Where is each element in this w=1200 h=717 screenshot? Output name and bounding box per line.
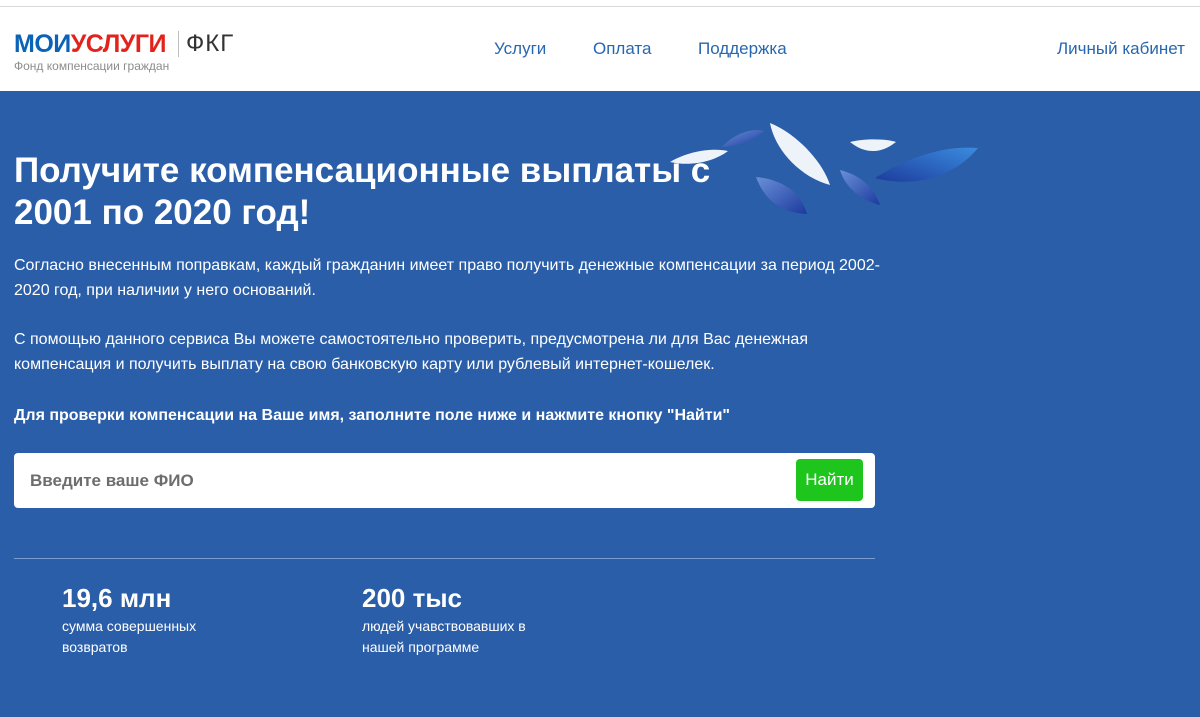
hero-paragraph-1: Согласно внесенным поправкам, каждый гра… bbox=[14, 257, 880, 299]
top-border bbox=[0, 0, 1200, 7]
stat-value: 19,6 млн bbox=[62, 583, 172, 613]
stat-block: 19,6 млн сумма совершенных возвратов bbox=[62, 582, 252, 658]
stat-label: людей учавствовавших в нашей программе bbox=[362, 618, 526, 655]
nav-link-account[interactable]: Личный кабинет bbox=[1057, 38, 1185, 60]
main-nav: Услуги Оплата Поддержка Личный кабинет bbox=[0, 38, 1200, 60]
stat-block: 200 тыс людей учавствовавших в нашей про… bbox=[362, 582, 552, 658]
stat-value: 200 тыс bbox=[362, 583, 463, 613]
site-header: МОИУСЛУГИ ФКГ Фонд компенсации граждан У… bbox=[0, 7, 1200, 91]
search-form: Найти bbox=[14, 453, 875, 508]
hero-title: Получите компенсационные выплаты с 2001 … bbox=[14, 151, 711, 232]
hero-paragraph-2: С помощью данного сервиса Вы можете само… bbox=[14, 331, 808, 373]
find-button[interactable]: Найти bbox=[796, 459, 863, 501]
nav-link-services[interactable]: Услуги bbox=[494, 38, 546, 60]
fio-search-input[interactable] bbox=[14, 453, 784, 508]
search-instruction: Для проверки компенсации на Ваше имя, за… bbox=[14, 407, 731, 424]
stat-label: сумма совершенных возвратов bbox=[62, 618, 197, 655]
nav-link-support[interactable]: Поддержка bbox=[698, 38, 787, 60]
nav-link-payment[interactable]: Оплата bbox=[593, 38, 651, 60]
logo-subtitle: Фонд компенсации граждан bbox=[14, 59, 170, 73]
stats-divider bbox=[14, 558, 875, 559]
